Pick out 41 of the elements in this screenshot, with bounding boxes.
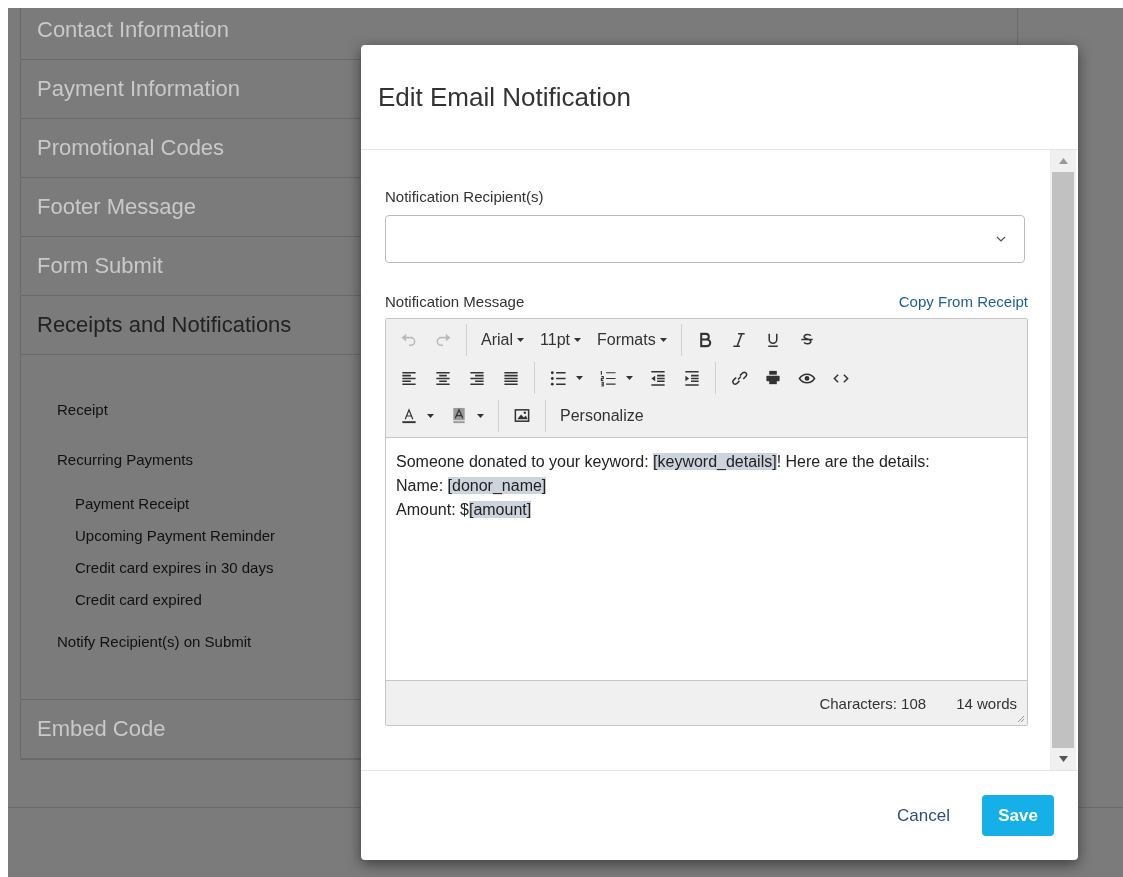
field-label: Notification Message [385, 293, 525, 310]
image-icon [513, 407, 531, 425]
scroll-thumb[interactable] [1052, 172, 1074, 748]
message-line: Amount: $[amount] [396, 500, 533, 520]
numbered-list-icon [599, 369, 617, 387]
character-count: Characters: 108 [819, 694, 927, 712]
copy-link[interactable]: Copy From Receipt [898, 293, 1028, 310]
caret-icon [626, 376, 633, 380]
caret-icon [576, 376, 583, 380]
caret-icon [427, 414, 434, 418]
cancel-button[interactable]: Cancel [891, 804, 956, 827]
dialog-title: Edit Email Notification [378, 81, 631, 113]
word-count: 14 words [956, 694, 1017, 712]
align-left-icon [400, 369, 418, 387]
toolbar-dropdown[interactable]: 11pt [532, 325, 589, 355]
align-center-icon [434, 369, 452, 387]
align-right-icon [468, 369, 486, 387]
undo-icon [400, 331, 418, 349]
caret-icon [659, 338, 667, 342]
justify-icon [502, 369, 520, 387]
printer-icon [764, 369, 782, 387]
outdent-icon [649, 369, 667, 387]
message-input[interactable]: Someone donated to your keyword: [keyword_details]! Here are the details: Name: [donor_name] Amount: $[amount] [386, 438, 1027, 680]
indent-icon [683, 369, 701, 387]
chevron-icon [996, 236, 1006, 242]
caret-icon [517, 338, 524, 342]
scrollbar[interactable] [1050, 150, 1076, 770]
scroll-down-icon[interactable] [1058, 756, 1068, 762]
message-line: Name: [donor_name] [396, 476, 548, 496]
caret-icon [477, 414, 484, 418]
toolbar-dropdown[interactable]: Arial [473, 325, 532, 355]
toolbar-dropdown[interactable]: Formats [588, 325, 675, 355]
highlight-color-icon [450, 407, 468, 425]
bullet-list-icon [549, 369, 567, 387]
text-color-icon [400, 407, 418, 425]
field-label: Notification Recipient(s) [385, 188, 545, 205]
personalize-button[interactable]: Personalize [552, 401, 652, 431]
link-icon [730, 369, 748, 387]
caret-icon [573, 338, 581, 342]
redo-icon [434, 331, 452, 349]
message-line: Someone donated to your keyword: [keyword_details]! Here are the details: [396, 452, 931, 472]
